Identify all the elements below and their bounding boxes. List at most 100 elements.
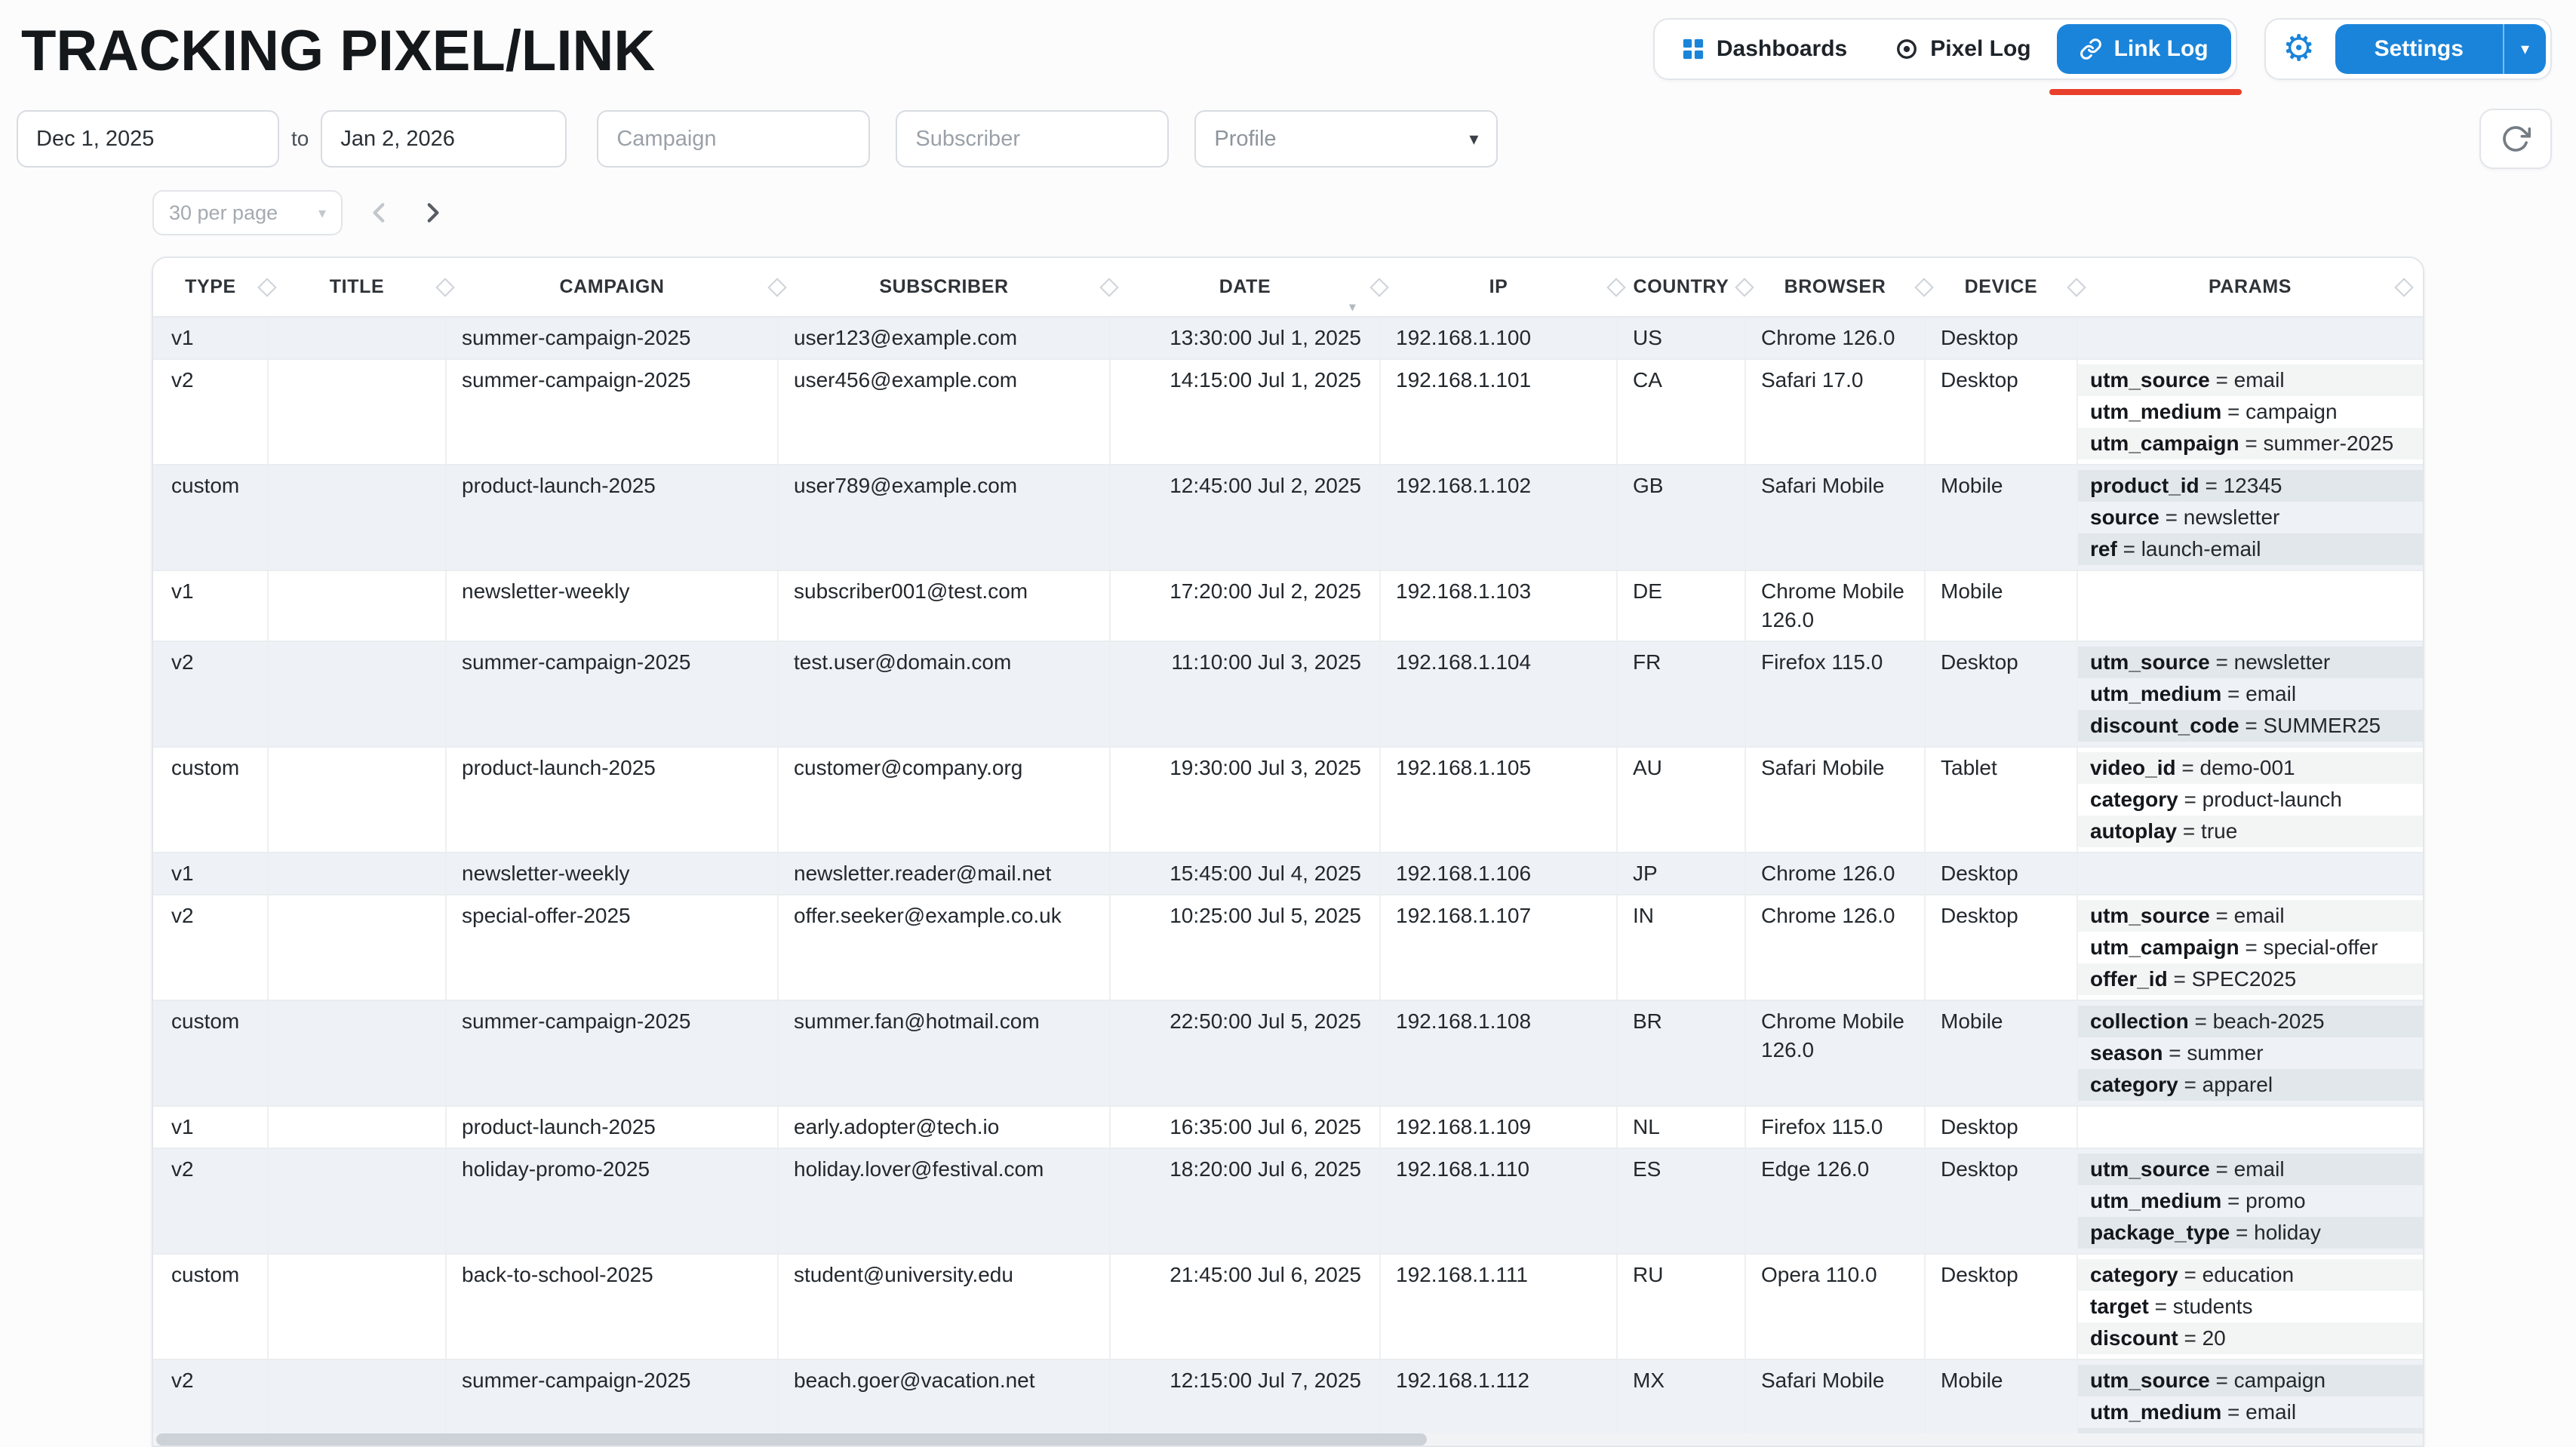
cell-campaign: special-offer-2025 — [446, 895, 778, 1000]
column-header-country[interactable]: COUNTRY — [1617, 258, 1745, 317]
table-row[interactable]: v1newsletter-weeklynewsletter.reader@mai… — [153, 853, 2423, 895]
param-key: utm_medium — [2090, 1400, 2221, 1424]
cell-ip: 192.168.1.105 — [1380, 747, 1617, 853]
tab-link-log[interactable]: Link Log — [2057, 24, 2231, 74]
cell-subscriber: newsletter.reader@mail.net — [778, 853, 1110, 895]
table-row[interactable]: v1summer-campaign-2025user123@example.co… — [153, 317, 2423, 359]
cell-type: custom — [153, 1000, 268, 1106]
table-row[interactable]: v2summer-campaign-2025user456@example.co… — [153, 359, 2423, 465]
table-row[interactable]: v1newsletter-weeklysubscriber001@test.co… — [153, 570, 2423, 641]
cell-country: AU — [1617, 747, 1745, 853]
cell-browser: Opera 110.0 — [1745, 1254, 1925, 1359]
settings-gear-button[interactable]: ⚙ — [2275, 25, 2323, 73]
param-entry: season = summer — [2078, 1037, 2423, 1069]
column-header-browser[interactable]: BROWSER — [1745, 258, 1925, 317]
column-header-title[interactable]: TITLE — [268, 258, 446, 317]
cell-country: RU — [1617, 1254, 1745, 1359]
cell-subscriber: customer@company.org — [778, 747, 1110, 853]
cell-ip: 192.168.1.101 — [1380, 359, 1617, 465]
date-from-input[interactable] — [17, 110, 279, 167]
cell-params: utm_source = emailutm_medium = promopack… — [2077, 1148, 2423, 1254]
param-key: utm_medium — [2090, 400, 2221, 423]
cell-campaign: product-launch-2025 — [446, 747, 778, 853]
prev-page-button[interactable] — [364, 197, 395, 229]
cell-date: 16:35:00 Jul 6, 2025 — [1110, 1106, 1380, 1148]
date-to-input[interactable] — [321, 110, 567, 167]
filter-bar: to Profile ▾ — [0, 109, 2576, 169]
table-row[interactable]: custom product-launch-2025customer@compan… — [153, 747, 2423, 853]
page-root: TRACKING PIXEL/LINK Dashboards Pixel Log — [0, 0, 2576, 1447]
table-row[interactable]: v2holiday-promo-2025holiday.lover@festiv… — [153, 1148, 2423, 1254]
column-header-ip[interactable]: IP — [1380, 258, 1617, 317]
param-key: category — [2090, 1263, 2178, 1286]
table-row[interactable]: v2summer-campaign-2025test.user@domain.c… — [153, 641, 2423, 747]
dashboard-grid-icon — [1682, 38, 1705, 60]
param-key: utm_source — [2090, 904, 2210, 927]
table-row[interactable]: customsummer-campaign-2025summer.fan@hot… — [153, 1000, 2423, 1106]
tab-pixel-log-label: Pixel Log — [1930, 36, 2030, 62]
param-entry: utm_medium = email — [2078, 678, 2423, 710]
cell-browser: Chrome 126.0 — [1745, 853, 1925, 895]
cell-subscriber: test.user@domain.com — [778, 641, 1110, 747]
cell-country: DE — [1617, 570, 1745, 641]
subscriber-input[interactable] — [896, 110, 1169, 167]
cell-ip: 192.168.1.106 — [1380, 853, 1617, 895]
column-header-campaign[interactable]: CAMPAIGN — [446, 258, 778, 317]
column-header-label: COUNTRY — [1634, 276, 1729, 297]
column-header-label: DATE — [1219, 276, 1271, 297]
param-entry: video_id = demo-001 — [2078, 752, 2423, 784]
cell-campaign: summer-campaign-2025 — [446, 359, 778, 465]
settings-dropdown-caret[interactable]: ▾ — [2503, 24, 2546, 74]
cell-date: 10:25:00 Jul 5, 2025 — [1110, 895, 1380, 1000]
cell-date: 22:50:00 Jul 5, 2025 — [1110, 1000, 1380, 1106]
param-key: ref — [2090, 537, 2117, 561]
column-header-subscriber[interactable]: SUBSCRIBER — [778, 258, 1110, 317]
param-key: category — [2090, 788, 2178, 811]
cell-device: Desktop — [1925, 1254, 2077, 1359]
tab-pixel-log[interactable]: Pixel Log — [1873, 24, 2053, 74]
tab-dashboards[interactable]: Dashboards — [1659, 24, 1870, 74]
cell-date: 13:30:00 Jul 1, 2025 — [1110, 317, 1380, 359]
column-header-device[interactable]: DEVICE — [1925, 258, 2077, 317]
refresh-icon — [2501, 124, 2531, 154]
cell-device: Tablet — [1925, 747, 2077, 853]
table-row[interactable]: v1product-launch-2025early.adopter@tech.… — [153, 1106, 2423, 1148]
param-entry: utm_source = email — [2078, 1154, 2423, 1185]
cell-subscriber: user123@example.com — [778, 317, 1110, 359]
cell-title — [268, 465, 446, 570]
cell-country: CA — [1617, 359, 1745, 465]
cell-campaign: summer-campaign-2025 — [446, 641, 778, 747]
cell-title — [268, 1148, 446, 1254]
cell-params — [2077, 317, 2423, 359]
param-entry: utm_campaign = summer-2025 — [2078, 428, 2423, 459]
chevron-down-icon: ▾ — [2521, 39, 2529, 59]
cell-type: custom — [153, 747, 268, 853]
settings-button[interactable]: Settings — [2335, 24, 2503, 74]
column-header-date[interactable]: DATE▾ — [1110, 258, 1380, 317]
per-page-value: 30 per page — [169, 201, 278, 225]
param-key: product_id — [2090, 474, 2199, 497]
cell-params: collection = beach-2025season = summerca… — [2077, 1000, 2423, 1106]
cell-device: Desktop — [1925, 895, 2077, 1000]
profile-select[interactable]: Profile ▾ — [1194, 110, 1498, 167]
cell-type: custom — [153, 1254, 268, 1359]
cell-subscriber: subscriber001@test.com — [778, 570, 1110, 641]
column-header-type[interactable]: TYPE — [153, 258, 268, 317]
param-entry: offer_id = SPEC2025 — [2078, 963, 2423, 995]
column-header-label: TYPE — [185, 276, 236, 297]
param-entry: autoplay = true — [2078, 816, 2423, 847]
campaign-input[interactable] — [597, 110, 870, 167]
per-page-select[interactable]: 30 per page ▾ — [152, 190, 343, 235]
column-header-params[interactable]: PARAMS — [2077, 258, 2423, 317]
refresh-button[interactable] — [2479, 109, 2552, 169]
table-row[interactable]: v2special-offer-2025offer.seeker@example… — [153, 895, 2423, 1000]
cell-params — [2077, 853, 2423, 895]
cell-type: v2 — [153, 895, 268, 1000]
column-header-label: CAMPAIGN — [559, 276, 664, 297]
param-entry: utm_medium = campaign — [2078, 396, 2423, 428]
table-row[interactable]: customproduct-launch-2025user789@example… — [153, 465, 2423, 570]
table-row[interactable]: customback-to-school-2025student@univers… — [153, 1254, 2423, 1359]
next-page-button[interactable] — [417, 197, 448, 229]
cell-browser: Chrome Mobile 126.0 — [1745, 1000, 1925, 1106]
cell-campaign: back-to-school-2025 — [446, 1254, 778, 1359]
